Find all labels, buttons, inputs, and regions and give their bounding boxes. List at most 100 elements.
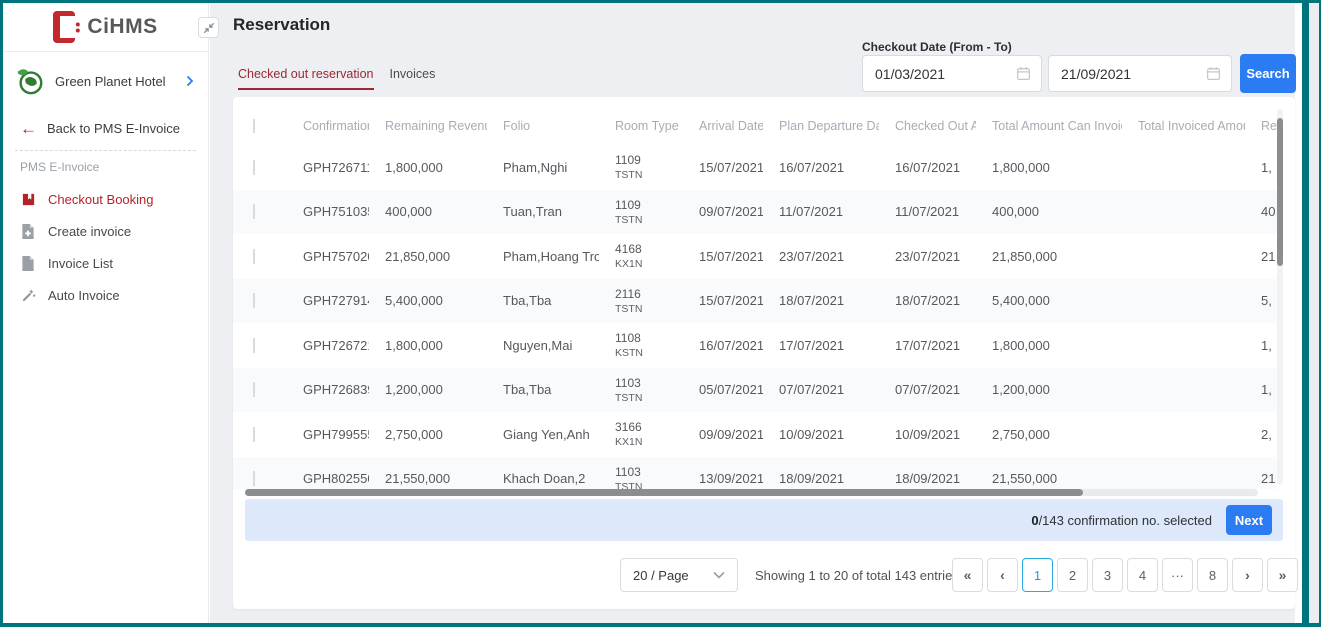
table-header-row: Confirmation Remaining Revenue Folio Roo… [233,107,1277,145]
tab-invoices[interactable]: Invoices [390,67,436,90]
sidebar-item-create-invoice[interactable]: Create invoice [3,215,208,247]
hotel-selector[interactable]: Green Planet Hotel [3,60,208,102]
select-all-checkbox[interactable] [253,119,255,133]
cell-total-amount-can-invoice: 400,000 [976,204,1122,219]
sidebar-item-auto-invoice[interactable]: Auto Invoice [3,279,208,311]
vertical-scrollbar [1277,109,1283,485]
cell-checked-out-at: 11/07/2021 [879,204,976,219]
next-button[interactable]: Next [1226,505,1272,535]
pagination-page-button[interactable]: 2 [1057,558,1088,592]
cell-overflow: 1, [1245,382,1277,397]
cell-remaining-revenue: 1,800,000 [369,160,487,175]
cell-folio: Tba,Tba [487,382,599,397]
date-from-input[interactable]: 01/03/2021 [862,55,1042,92]
cell-total-amount-can-invoice: 1,800,000 [976,160,1122,175]
cell-plan-departure-date: 10/09/2021 [763,427,879,442]
horizontal-scrollbar [245,489,1258,496]
row-checkbox[interactable] [253,382,255,397]
cell-folio: Giang Yen,Anh [487,427,599,442]
table-row: GPH727914 5,400,000 Tba,Tba 2116 TSTN 15… [233,279,1277,324]
pagination-page-button[interactable]: 8 [1197,558,1228,592]
pagination-page-button[interactable]: 1 [1022,558,1053,592]
window-border-bottom [0,623,1321,627]
cell-total-amount-can-invoice: 21,850,000 [976,249,1122,264]
sidebar: CiHMS Green Planet Hotel ← Back to PMS E… [3,3,209,623]
sidebar-item-checkout-booking[interactable]: Checkout Booking [3,183,208,215]
cell-room-type: 1109 TSTN [599,197,683,227]
cell-checked-out-at: 07/07/2021 [879,382,976,397]
page-size-value: 20 / Page [633,568,713,583]
cell-arrival-date: 15/07/2021 [683,160,763,175]
cell-confirmation: GPH726839 [287,382,369,397]
pagination-next-button[interactable]: › [1232,558,1263,592]
cell-overflow: 2, [1245,427,1277,442]
cell-folio: Tuan,Tran [487,204,599,219]
cell-arrival-date: 13/09/2021 [683,471,763,486]
pagination-page-button[interactable]: 3 [1092,558,1123,592]
col-room-type: Room Type [599,119,683,133]
row-checkbox[interactable] [253,338,255,353]
cell-room-type: 1103 TSTN [599,375,683,405]
cell-checked-out-at: 18/09/2021 [879,471,976,486]
pagination-last-button[interactable]: » [1267,558,1298,592]
page-size-select[interactable]: 20 / Page [620,558,738,592]
col-checked-out-at: Checked Out At [879,119,976,133]
book-icon [20,191,36,207]
cell-folio: Tba,Tba [487,293,599,308]
row-checkbox[interactable] [253,293,255,308]
cell-arrival-date: 16/07/2021 [683,338,763,353]
row-checkbox[interactable] [253,249,255,264]
cell-remaining-revenue: 5,400,000 [369,293,487,308]
pagination-prev-button[interactable]: ‹ [987,558,1018,592]
cell-plan-departure-date: 18/07/2021 [763,293,879,308]
table-row: GPH751035 400,000 Tuan,Tran 1109 TSTN 09… [233,190,1277,235]
cell-folio: Nguyen,Mai [487,338,599,353]
sidebar-divider [15,150,196,151]
search-button[interactable]: Search [1240,54,1296,93]
row-checkbox[interactable] [253,471,255,486]
cell-folio: Pham,Hoang Trong [487,249,599,264]
table-body: GPH726711 1,800,000 Pham,Nghi 1109 TSTN … [233,145,1277,489]
pagination-first-button[interactable]: « [952,558,983,592]
back-to-pms-link[interactable]: ← Back to PMS E-Invoice [3,115,208,141]
col-total-amount-can-invoice: Total Amount Can Invoice [976,119,1122,133]
outer-right-gutter [1302,3,1319,623]
cell-total-amount-can-invoice: 1,800,000 [976,338,1122,353]
cell-confirmation: GPH802550 [287,471,369,486]
cell-arrival-date: 09/09/2021 [683,427,763,442]
col-overflow: Re [1245,119,1277,133]
cell-remaining-revenue: 2,750,000 [369,427,487,442]
back-label: Back to PMS E-Invoice [47,121,180,136]
pagination-page-button[interactable]: 4 [1127,558,1158,592]
app-window: CiHMS Green Planet Hotel ← Back to PMS E… [0,0,1321,627]
row-checkbox[interactable] [253,160,255,175]
table-viewport: Confirmation Remaining Revenue Folio Roo… [233,97,1277,489]
cell-confirmation: GPH757020 [287,249,369,264]
table-row: GPH802550 21,550,000 Khach Doan,2 1103 T… [233,457,1277,490]
arrow-left-icon: ← [20,120,37,137]
globe-leaf-icon [15,66,45,96]
cell-total-amount-can-invoice: 5,400,000 [976,293,1122,308]
row-checkbox[interactable] [253,204,255,219]
cell-plan-departure-date: 11/07/2021 [763,204,879,219]
calendar-icon[interactable] [1206,66,1221,81]
cihms-door-icon [53,11,80,43]
cell-folio: Pham,Nghi [487,160,599,175]
cell-room-type: 1109 TSTN [599,152,683,182]
sidebar-item-invoice-list[interactable]: Invoice List [3,247,208,279]
cell-confirmation: GPH799555 [287,427,369,442]
row-checkbox[interactable] [253,427,255,442]
date-to-input[interactable]: 21/09/2021 [1048,55,1232,92]
horizontal-scrollbar-thumb[interactable] [245,489,1083,496]
chevron-down-icon [713,571,725,579]
calendar-icon[interactable] [1016,66,1031,81]
cell-plan-departure-date: 23/07/2021 [763,249,879,264]
sidebar-collapse-button[interactable] [198,17,219,38]
cell-room-type: 3166 KX1N [599,419,683,449]
vertical-scrollbar-thumb[interactable] [1277,118,1283,266]
cell-arrival-date: 15/07/2021 [683,249,763,264]
cell-plan-departure-date: 17/07/2021 [763,338,879,353]
cell-confirmation: GPH727914 [287,293,369,308]
tab-checked-out-reservation[interactable]: Checked out reservation [238,67,374,90]
cell-confirmation: GPH726721 [287,338,369,353]
